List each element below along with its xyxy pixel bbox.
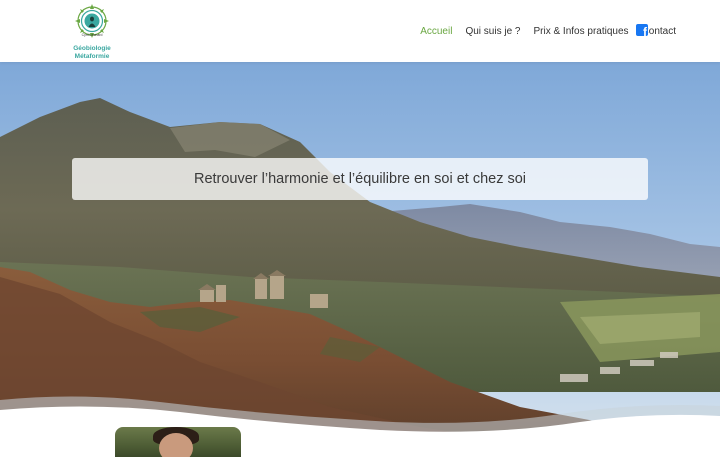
logo-tiny-text: Cyril Leonard: [81, 33, 103, 37]
hero-tagline: Retrouver l’harmonie et l’équilibre en s…: [193, 171, 527, 187]
nav-item-qui-suis-je[interactable]: Qui suis je ?: [465, 26, 520, 37]
logo-text-line1: Géobiologie: [73, 45, 111, 52]
profile-photo: [115, 427, 241, 457]
facebook-icon[interactable]: f: [636, 24, 648, 36]
logo-text-line2: Métaformie: [74, 53, 110, 60]
nav-item-prix-infos[interactable]: Prix & Infos pratiques: [533, 26, 628, 37]
hero-tagline-box: Retrouver l’harmonie et l’équilibre en s…: [72, 158, 648, 200]
nav-item-accueil[interactable]: Accueil: [420, 26, 452, 37]
site-logo[interactable]: Cyril Leonard Géobiologie Métaformie: [70, 3, 114, 60]
site-header: Cyril Leonard Géobiologie Métaformie Acc…: [0, 0, 720, 62]
hero-banner: [0, 62, 720, 450]
hero-landscape-image: [0, 62, 720, 450]
photo-face: [159, 433, 193, 457]
